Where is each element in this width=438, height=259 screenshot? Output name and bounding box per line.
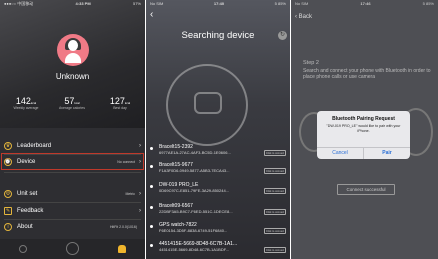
trophy-icon: ♛	[4, 142, 12, 150]
home-icon	[19, 244, 28, 253]
carrier: No SIM	[295, 1, 309, 6]
sync-icon	[65, 242, 79, 255]
clock: 17:46	[360, 1, 371, 6]
unit-value: Metric	[125, 192, 135, 196]
battery: 57%	[132, 1, 141, 6]
edit-icon: ✎	[4, 207, 12, 215]
avatar[interactable]	[57, 34, 89, 66]
status-bar: No SIM 17:46 5 85%	[291, 0, 438, 8]
menu-label: Device	[17, 159, 36, 165]
stat-label: Average calories	[58, 106, 85, 110]
connect-button[interactable]: Click to connect	[264, 209, 286, 215]
menu-label: Unit set	[17, 191, 38, 197]
stat-value: 57	[64, 96, 75, 106]
stat-value: 142	[15, 96, 31, 106]
connect-button[interactable]: Click to connect	[264, 247, 286, 253]
device-row[interactable]: DW-019 PRO_LE 0D69C97C-E851-79FE-3A29-85…	[146, 182, 290, 198]
step-title: Step 2	[303, 60, 319, 66]
menu-unit-set[interactable]: ⚙ Unit set Metric ›	[0, 186, 145, 202]
stat-average: 57kcal Average calories	[52, 96, 92, 110]
searching-screen: No SIM 17:40 5 85% ‹ Searching device ↻ …	[146, 0, 290, 259]
clock: 4:33 PM	[75, 1, 91, 6]
username: Unknown	[55, 72, 90, 81]
chevron-right-icon: ›	[139, 208, 141, 214]
refresh-icon[interactable]: ↻	[278, 31, 287, 40]
device-icon: ⌚	[4, 158, 12, 166]
menu-feedback[interactable]: ✎ Feedback ›	[0, 203, 145, 219]
device-status: No connect	[117, 160, 135, 164]
stat-value: 127	[109, 96, 125, 106]
battery: 5 85%	[274, 1, 286, 6]
tab-bar	[0, 239, 145, 259]
dialog-message: "DW-019 PRO_LE" would like to pair with …	[326, 124, 401, 133]
connect-button[interactable]: Click to connect	[264, 228, 286, 234]
stat-label: Weekly average	[13, 106, 39, 110]
chevron-right-icon: ›	[139, 159, 141, 165]
battery: 5 85%	[422, 1, 434, 6]
stat-unit: kcal	[30, 101, 37, 105]
stat-best: 127kcal Best day	[100, 96, 140, 110]
menu-about[interactable]: i About HitFit 2.0.0(1016)	[0, 219, 145, 235]
back-button[interactable]: ‹ Back	[295, 14, 312, 20]
back-chevron-icon[interactable]: ‹	[150, 9, 153, 20]
step-description: Search and connect your phone with Bluet…	[303, 68, 431, 80]
status-bar: No SIM 17:40 5 85%	[146, 0, 290, 8]
menu-label: Leaderboard	[17, 143, 52, 149]
device-row[interactable]: Bracelt15-9677 F1A3F0D6-0949-5877-A5B3-7…	[146, 162, 290, 178]
info-icon: i	[4, 223, 12, 231]
connect-successful-button[interactable]: Connect successful	[337, 184, 395, 195]
device-row[interactable]: Bracelt15-2392 6977AE1A-27AC-4AF3-BC5D-1…	[146, 144, 290, 160]
pair-button[interactable]: Pair	[364, 148, 410, 159]
bluetooth-pairing-dialog: Bluetooth Pairing Request "DW-019 PRO_LE…	[317, 111, 410, 159]
watch-face-illustration	[194, 92, 222, 114]
pairing-screen: No SIM 17:46 5 85% ‹ Back Step 2 Search …	[291, 0, 438, 259]
connect-button[interactable]: Click to connect	[264, 188, 286, 194]
connect-button[interactable]: Click to connect	[264, 168, 286, 174]
menu-label: About	[17, 224, 33, 230]
menu-label: Feedback	[17, 208, 44, 214]
gear-icon: ⚙	[4, 190, 12, 198]
tab-home[interactable]	[19, 244, 28, 254]
status-bar: ●●●○○ 中国移动 4:33 PM 57%	[0, 0, 145, 8]
stat-unit: kcal	[74, 101, 80, 105]
person-icon	[117, 244, 126, 253]
cancel-button[interactable]: Cancel	[317, 148, 364, 159]
carrier: No SIM	[150, 1, 164, 6]
chevron-right-icon: ›	[139, 143, 141, 149]
tab-me[interactable]	[117, 244, 126, 254]
stat-unit: kcal	[124, 101, 131, 105]
chevron-right-icon: ›	[139, 191, 141, 197]
profile-screen: ●●●○○ 中国移动 4:33 PM 57% Unknown 142kcal W…	[0, 0, 145, 259]
app-version: HitFit 2.0.0(1016)	[109, 225, 137, 229]
page-title: Searching device	[181, 30, 255, 41]
device-row[interactable]: Bracelt09-6567 22DBF3A5-B9C7-F6ED-551C-1…	[146, 203, 290, 219]
stat-weekly: 142kcal Weekly average	[6, 96, 46, 110]
dialog-title: Bluetooth Pairing Request	[332, 116, 395, 122]
clock: 17:40	[213, 1, 225, 6]
tab-sync[interactable]	[65, 242, 79, 256]
menu-leaderboard[interactable]: ♛ Leaderboard ›	[0, 138, 145, 154]
stat-label: Best day	[113, 106, 127, 110]
device-row[interactable]: 4451415E-5669-8D48-6C7B-1A1... 4451415E-…	[146, 241, 290, 257]
carrier: ●●●○○ 中国移动	[4, 1, 34, 6]
screenshot-collage: ●●●○○ 中国移动 4:33 PM 57% Unknown 142kcal W…	[0, 0, 438, 259]
connect-button[interactable]: Click to connect	[264, 150, 286, 156]
menu-device[interactable]: ⌚ Device No connect ›	[0, 154, 145, 170]
device-row[interactable]: GPS watch-7822 F6E0154-3D5F-8838-6749-51…	[146, 222, 290, 238]
back-label: Back	[298, 14, 313, 20]
